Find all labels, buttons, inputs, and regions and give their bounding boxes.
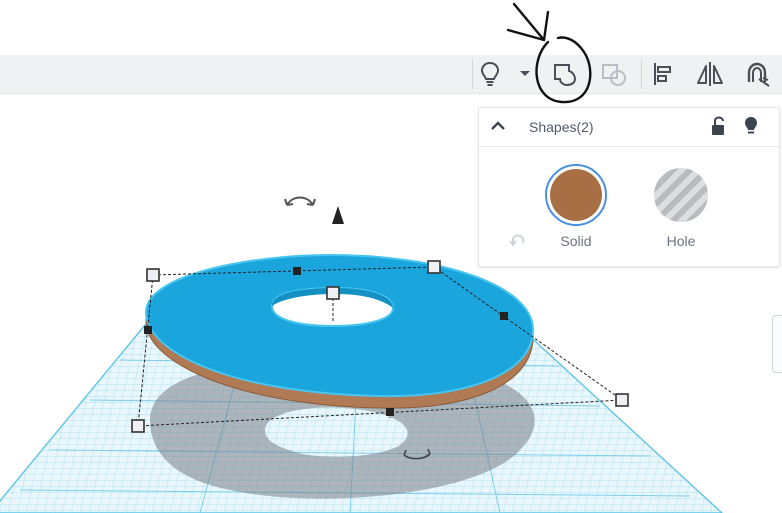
rotate-arrow-icon[interactable]: [284, 196, 316, 206]
edge-handle[interactable]: [144, 326, 152, 334]
height-handle[interactable]: [326, 286, 340, 300]
toolbar-separator: [641, 59, 642, 89]
align-icon: [654, 63, 671, 85]
corner-handle[interactable]: [427, 260, 441, 274]
hand-drawn-annotation: [506, 2, 592, 104]
solid-option[interactable]: [545, 164, 607, 226]
corner-handle[interactable]: [131, 419, 145, 433]
lock-open-icon[interactable]: [709, 116, 727, 136]
align-button[interactable]: [645, 55, 679, 93]
mirror-button[interactable]: [693, 55, 727, 93]
panel-title: Shapes(2): [529, 119, 594, 135]
revert-icon[interactable]: [509, 232, 527, 248]
edge-handle[interactable]: [500, 312, 508, 320]
side-panel-tab[interactable]: [772, 315, 782, 373]
lightbulb-icon: [480, 61, 500, 86]
hole-label: Hole: [666, 233, 696, 249]
toolbar: [0, 55, 782, 94]
lift-cone-icon[interactable]: [332, 206, 344, 224]
panel-header: Shapes(2): [479, 108, 779, 147]
chevron-up-icon[interactable]: [490, 120, 506, 132]
cruise-magnet-icon: [747, 62, 770, 87]
shape-inspector-panel: Shapes(2) Solid Hole: [478, 107, 780, 267]
hole-option[interactable]: [654, 168, 708, 222]
edge-handle[interactable]: [293, 267, 301, 275]
lightbulb-icon[interactable]: [743, 115, 759, 137]
corner-handle[interactable]: [146, 268, 160, 282]
edge-handle[interactable]: [386, 408, 394, 416]
mirror-icon: [697, 62, 723, 86]
solid-swatch: [550, 169, 602, 221]
cruise-button[interactable]: [740, 55, 774, 93]
solid-label: Solid: [560, 233, 592, 249]
corner-handle[interactable]: [615, 393, 629, 407]
